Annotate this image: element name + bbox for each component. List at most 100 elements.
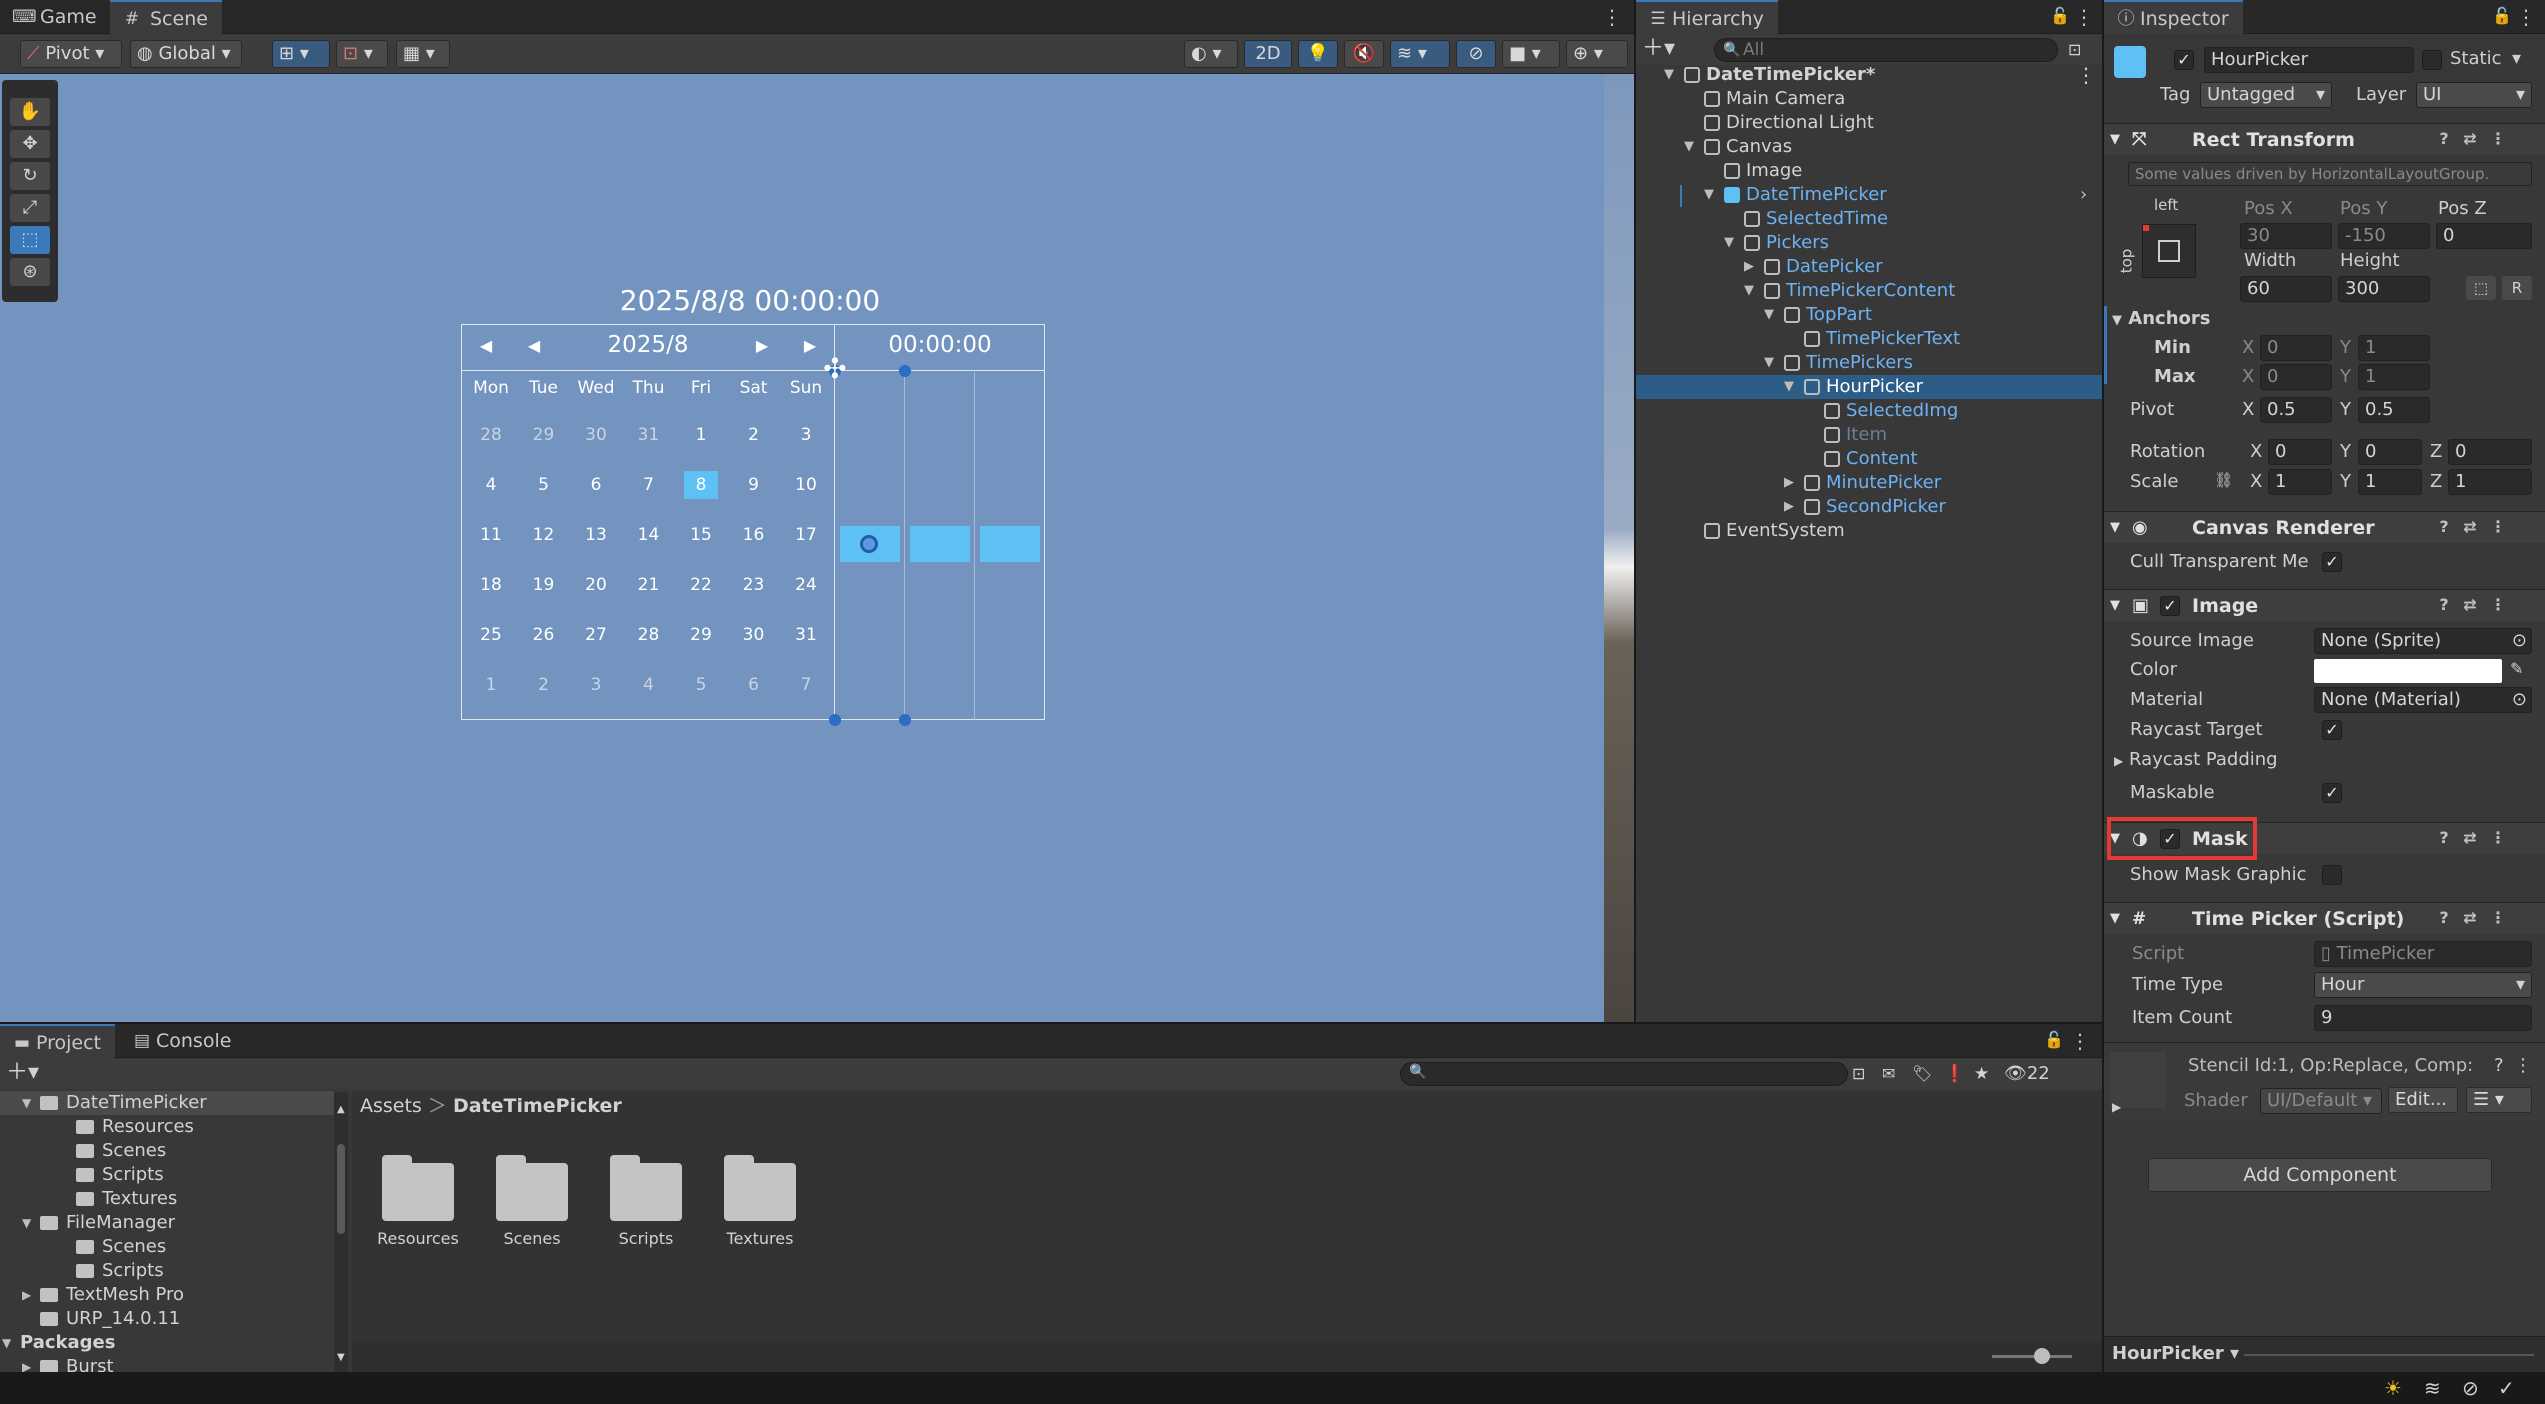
anchors-foldout[interactable]: ▼ Anchors [2112,308,2210,329]
calendar-day[interactable]: 16 [730,521,778,549]
item-count-field[interactable]: 9 [2314,1005,2532,1031]
material-options-button[interactable]: ☰ ▾ [2466,1087,2532,1113]
rect-handle[interactable] [899,714,911,726]
calendar-day[interactable]: 12 [520,521,568,549]
grid-snap-button[interactable]: ⊞ ▾ [272,40,330,68]
calendar-day[interactable]: 7 [782,671,830,699]
foldout-arrow-icon[interactable]: ▼ [1704,183,1714,207]
foldout-arrow-icon[interactable]: ▼ [1764,351,1774,375]
debug-icon[interactable]: ⊘ [2462,1376,2479,1400]
breadcrumb-assets[interactable]: Assets [360,1095,422,1117]
hierarchy-menu-icon[interactable]: ⋮ [2074,3,2094,31]
project-folder-item[interactable]: Scenes [0,1139,334,1163]
grid-visibility-button[interactable]: ▦ ▾ [396,40,450,68]
eyedropper-icon[interactable]: ✎ [2510,659,2523,678]
calendar-day[interactable]: 11 [467,521,515,549]
calendar-day[interactable]: 5 [677,671,725,699]
material-field[interactable]: None (Material) ⊙ [2314,687,2532,713]
foldout-arrow-icon[interactable]: ▼ [2,1331,11,1355]
hierarchy-item[interactable]: ▼ TimePickers [1636,351,2102,375]
project-folder-item[interactable]: ▶ Burst [0,1355,334,1372]
calendar-day[interactable]: 6 [730,671,778,699]
hierarchy-item[interactable]: ▼ DateTimePicker › [1636,183,2102,207]
calendar-day[interactable]: 5 [520,471,568,499]
cull-transparent-checkbox[interactable]: ✓ [2322,552,2342,572]
hierarchy-item[interactable]: ▼ TimePickerContent [1636,279,2102,303]
component-menu-icon[interactable]: ⋮ [2488,594,2508,616]
blueprint-mode-button[interactable]: ⬚ [2466,276,2496,300]
folder-asset-icon[interactable] [382,1155,454,1221]
lock-icon[interactable]: 🔓 [2492,6,2512,26]
scale-z-field[interactable]: 1 [2448,469,2532,495]
project-folder-item[interactable]: Scripts [0,1163,334,1187]
object-picker-icon[interactable]: ⊙ [2512,688,2527,712]
foldout-arrow-icon[interactable]: ▶ [1744,255,1754,279]
calendar-day[interactable]: 2 [730,421,778,449]
help-icon[interactable]: ? [2434,128,2454,150]
tab-scene[interactable]: # Scene [110,0,222,34]
calendar-day[interactable]: 19 [520,571,568,599]
foldout-arrow-icon[interactable]: ▼ [1724,231,1734,255]
project-folder-item[interactable]: ▼ FileManager [0,1211,334,1235]
calendar-day[interactable]: 31 [782,621,830,649]
hierarchy-item[interactable]: TimePickerText [1636,327,2102,351]
calendar-day[interactable]: 25 [467,621,515,649]
increment-snap-button[interactable]: ⊡ ▾ [336,40,388,68]
hierarchy-item[interactable]: Directional Light [1636,111,2102,135]
hierarchy-item[interactable]: EventSystem [1636,519,2102,543]
project-folder-item[interactable]: Textures [0,1187,334,1211]
image-header[interactable]: ▼ ▣ ✓ Image ? ⇄ ⋮ [2104,589,2545,621]
scene-menu-icon[interactable]: ⋮ [1602,3,1622,31]
calendar-day[interactable]: 7 [625,471,673,499]
calendar-day[interactable]: 24 [782,571,830,599]
scene-viewport[interactable]: ✋ ✥ ↻ ⤢ ⬚ ⊛ 2025/8/8 00:00:00 ◀ ◀ 2025/8… [0,74,1634,1022]
raycast-target-checkbox[interactable]: ✓ [2322,720,2342,740]
hierarchy-search-input[interactable]: 🔍 All [1714,38,2058,62]
canvas-renderer-header[interactable]: ▼ ◉ Canvas Renderer ? ⇄ ⋮ [2104,511,2545,543]
inspector-menu-icon[interactable]: ⋮ [2516,3,2536,31]
object-picker-icon[interactable]: ⊙ [2512,629,2527,653]
lock-icon[interactable]: 🔓 [2050,6,2070,26]
search-by-label-icon[interactable]: ✉ [1882,1062,1904,1086]
hierarchy-item[interactable]: ▼ TopPart [1636,303,2102,327]
link-scale-icon[interactable]: ⛓ [2214,471,2233,489]
tab-project[interactable]: ▬ Project [0,1024,116,1058]
prefab-open-chevron-icon[interactable]: › [2080,183,2087,207]
calendar-day[interactable]: 29 [677,621,725,649]
visibility-toggle[interactable]: ⊘ [1456,40,1496,68]
check-circle-icon[interactable]: ✓ [2498,1376,2515,1400]
shader-dropdown[interactable]: UI/Default ▾ [2260,1088,2382,1114]
hierarchy-item[interactable]: SelectedImg [1636,399,2102,423]
calendar-day[interactable]: 20 [572,571,620,599]
calendar-day[interactable]: 13 [572,521,620,549]
object-name-field[interactable]: HourPicker [2204,47,2414,73]
calendar-day[interactable]: 23 [730,571,778,599]
time-type-dropdown[interactable]: Hour ▾ [2314,972,2532,998]
material-menu-icon[interactable]: ⋮ [2514,1055,2532,1076]
material-help-icon[interactable]: ? [2494,1055,2504,1076]
rotate-tool-icon[interactable]: ↻ [10,162,50,190]
foldout-arrow-icon[interactable]: ▶ [22,1355,31,1372]
raw-edit-button[interactable]: R [2502,276,2532,300]
foldout-arrow-icon[interactable]: ▼ [22,1091,31,1115]
folder-asset-icon[interactable] [724,1155,796,1221]
preset-icon[interactable]: ⇄ [2460,594,2480,616]
add-component-button[interactable]: Add Component [2148,1158,2492,1192]
calendar-day[interactable]: 17 [782,521,830,549]
layers-icon[interactable]: ≋ [2424,1376,2441,1400]
calendar-day[interactable]: 21 [625,571,673,599]
second-selected-img[interactable] [980,526,1040,562]
transform-tool-icon[interactable]: ⊛ [10,258,50,286]
static-dropdown-icon[interactable]: ▾ [2512,48,2521,69]
move-tool-icon[interactable]: ✥ [10,130,50,158]
add-icon[interactable]: ＋▾ [1642,36,1678,62]
pivot-dropdown[interactable]: ⟋ Pivot ▾ [20,40,122,68]
create-icon[interactable]: ＋▾ [6,1060,46,1086]
hierarchy-item[interactable]: ▼ Pickers [1636,231,2102,255]
search-by-type-icon[interactable]: ⊡ [1852,1062,1874,1086]
scale-y-field[interactable]: 1 [2358,469,2422,495]
tab-console[interactable]: ▤ Console [120,1024,245,1058]
prev-year-button[interactable]: ◀ [474,336,498,355]
lighting-toggle[interactable]: 💡 [1298,40,1338,68]
global-dropdown[interactable]: ◍ Global ▾ [130,40,242,68]
